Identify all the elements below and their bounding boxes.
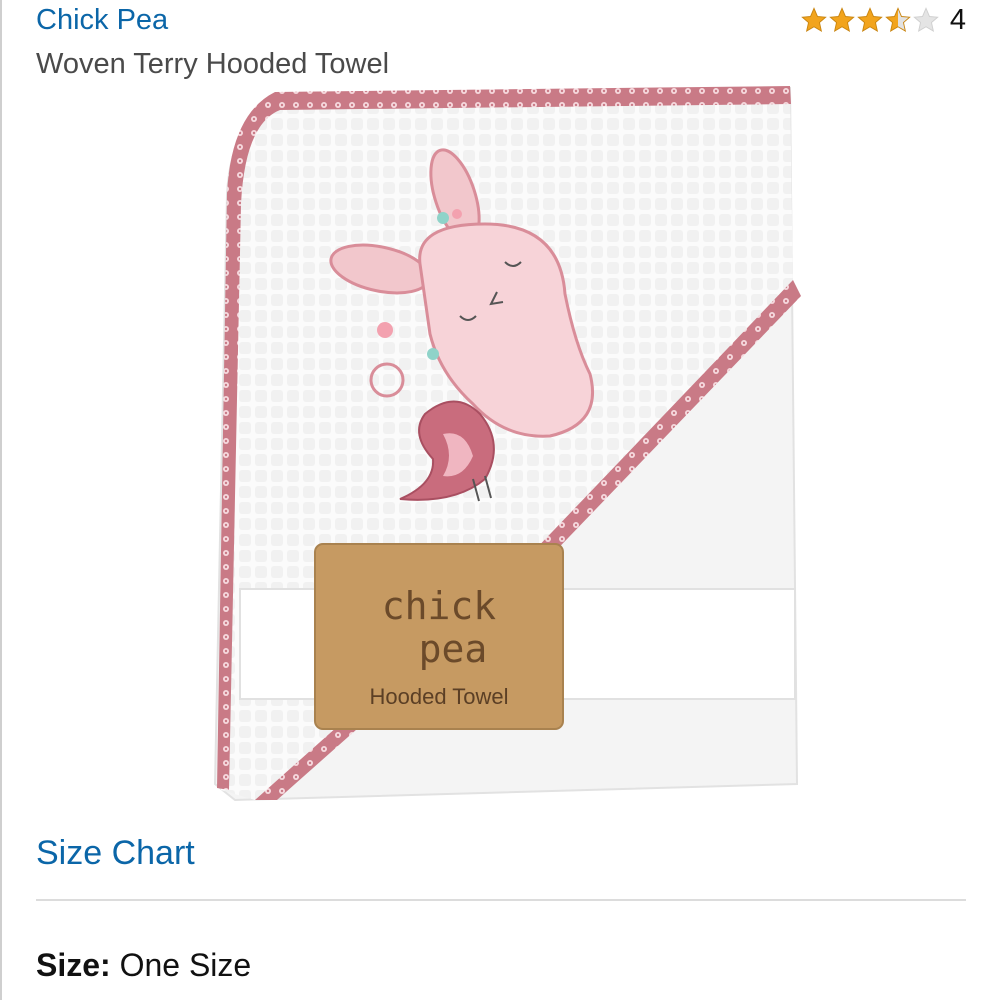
left-border (0, 0, 2, 1000)
product-title: Woven Terry Hooded Towel (36, 48, 390, 80)
star-half-icon (885, 7, 911, 33)
product-image[interactable]: chick pea Hooded Towel (205, 84, 805, 804)
tag-brand-line1: chick (382, 584, 497, 628)
star-icon (857, 7, 883, 33)
star-empty-icon (913, 7, 939, 33)
star-icon (829, 7, 855, 33)
size-row: Size: One Size (36, 945, 251, 985)
star-rating (800, 6, 940, 34)
size-chart-link[interactable]: Size Chart (36, 832, 195, 874)
rating-count: 4 (949, 4, 966, 36)
product-tag: chick pea Hooded Towel (314, 543, 564, 730)
divider (36, 899, 966, 901)
tag-subtitle: Hooded Towel (369, 684, 508, 709)
brand-link[interactable]: Chick Pea (36, 2, 168, 38)
rating[interactable]: 4 (800, 2, 966, 38)
star-icon (801, 7, 827, 33)
tag-brand-line2: pea (419, 627, 488, 671)
size-value: One Size (119, 947, 252, 983)
size-label: Size: (36, 947, 111, 983)
